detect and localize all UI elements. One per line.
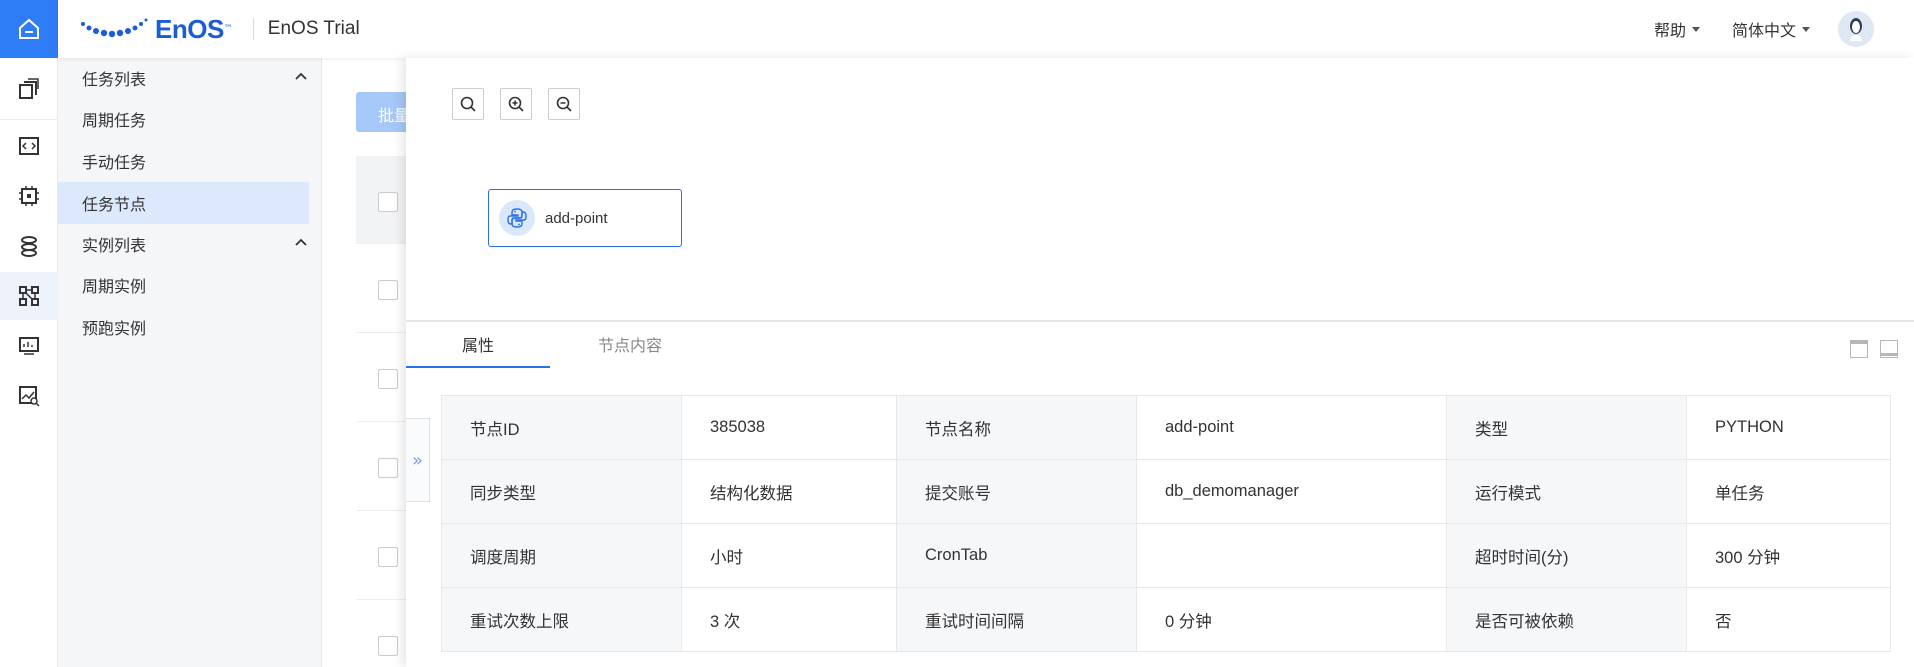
- collapse-handle[interactable]: »: [406, 418, 430, 502]
- property-label: 节点ID: [441, 395, 682, 460]
- property-label: 超时时间(分): [1446, 523, 1687, 588]
- properties-row: 重试次数上限 3 次 重试时间间隔 0 分钟 是否可被依赖 否: [441, 587, 1891, 652]
- help-label: 帮助: [1653, 21, 1686, 40]
- property-label: 运行模式: [1446, 459, 1687, 524]
- property-value: 3 次: [681, 587, 897, 652]
- zoom-out-button[interactable]: [548, 88, 580, 120]
- property-label: 调度周期: [441, 523, 682, 588]
- top-header: EnOS ™ EnOS Trial 帮助 简体中文: [58, 0, 1914, 58]
- double-chevron-right-icon: »: [411, 449, 423, 471]
- help-menu[interactable]: 帮助: [1654, 17, 1700, 41]
- property-value: db_demomanager: [1136, 459, 1447, 524]
- zoom-out-icon: [556, 96, 572, 112]
- user-avatar-icon: [1838, 11, 1874, 47]
- node-detail-drawer: add-point 属性 节点内容 » 节点ID 385038 节点名称 add…: [406, 58, 1914, 667]
- sidebar-item-task-nodes[interactable]: 任务节点: [58, 182, 309, 224]
- property-value: 小时: [681, 523, 897, 588]
- logo-trademark: ™: [223, 24, 233, 34]
- chevron-down-icon: [1691, 26, 1700, 32]
- chevron-up-icon: [295, 238, 307, 246]
- icon-rail: [0, 0, 58, 667]
- enos-logo[interactable]: EnOS ™: [79, 14, 233, 45]
- sidebar-group-task-list[interactable]: 任务列表: [58, 58, 321, 98]
- sidebar-group-label: 任务列表: [82, 70, 147, 89]
- property-value: add-point: [1136, 395, 1447, 460]
- dag-canvas[interactable]: add-point: [406, 58, 1914, 322]
- property-value: [1136, 523, 1447, 588]
- sidebar-group-instance-list[interactable]: 实例列表: [58, 224, 321, 264]
- property-value: 300 分钟: [1686, 523, 1891, 588]
- zoom-in-icon: [508, 96, 524, 112]
- properties-row: 同步类型 结构化数据 提交账号 db_demomanager 运行模式 单任务: [441, 459, 1891, 524]
- language-label: 简体中文: [1731, 21, 1796, 40]
- secondary-sidebar: 任务列表 周期任务 手动任务 任务节点 实例列表 周期实例 预跑实例: [58, 58, 322, 667]
- zoom-in-button[interactable]: [500, 88, 532, 120]
- row-checkbox[interactable]: [378, 636, 398, 656]
- tab-node-content[interactable]: 节点内容: [558, 324, 702, 368]
- property-label: 重试时间间隔: [896, 587, 1137, 652]
- chevron-down-icon: [1802, 26, 1810, 32]
- property-label: 是否可被依赖: [1446, 587, 1687, 652]
- property-label: 类型: [1446, 395, 1687, 460]
- property-value: 否: [1686, 587, 1891, 652]
- rail-divider: [0, 119, 58, 120]
- properties-row: 节点ID 385038 节点名称 add-point 类型 PYTHON: [441, 395, 1891, 460]
- tab-properties[interactable]: 属性: [406, 324, 550, 368]
- detail-tabs: 属性 节点内容: [406, 324, 1914, 368]
- row-checkbox[interactable]: [378, 280, 398, 300]
- dag-node-label: add-point: [545, 209, 608, 227]
- property-label: 节点名称: [896, 395, 1137, 460]
- chart-search-icon[interactable]: [0, 372, 58, 420]
- sidebar-item-prerun-instances[interactable]: 预跑实例: [58, 306, 321, 348]
- header-right: 帮助 简体中文: [1622, 11, 1914, 47]
- search-icon: [460, 96, 476, 112]
- property-value: 结构化数据: [681, 459, 897, 524]
- property-label: CronTab: [896, 523, 1137, 588]
- header-divider: [252, 18, 254, 40]
- property-label: 同步类型: [441, 459, 682, 524]
- chip-icon[interactable]: [0, 172, 58, 220]
- minimize-bar: [1881, 353, 1897, 356]
- property-value: 385038: [681, 395, 897, 460]
- row-checkbox[interactable]: [378, 369, 398, 389]
- python-icon: [499, 200, 535, 236]
- property-label: 重试次数上限: [441, 587, 682, 652]
- code-icon[interactable]: [0, 122, 58, 170]
- sidebar-group-label: 实例列表: [82, 236, 147, 255]
- flow-icon[interactable]: [0, 222, 58, 270]
- avatar[interactable]: [1838, 11, 1874, 47]
- logo-text: EnOS: [155, 13, 224, 44]
- chevron-up-icon: [295, 72, 307, 80]
- property-value: 单任务: [1686, 459, 1891, 524]
- workflow-icon[interactable]: [0, 272, 58, 320]
- minimize-icon[interactable]: [1880, 340, 1898, 358]
- property-value: PYTHON: [1686, 395, 1891, 460]
- properties-table: 节点ID 385038 节点名称 add-point 类型 PYTHON 同步类…: [441, 395, 1891, 652]
- sidebar-item-manual-tasks[interactable]: 手动任务: [58, 140, 321, 182]
- fit-view-button[interactable]: [452, 88, 484, 120]
- property-label: 提交账号: [896, 459, 1137, 524]
- monitor-icon[interactable]: [0, 322, 58, 370]
- language-menu[interactable]: 简体中文: [1732, 17, 1810, 41]
- app-name: EnOS Trial: [267, 18, 360, 39]
- select-all-checkbox[interactable]: [378, 192, 398, 212]
- home-icon[interactable]: [0, 0, 58, 58]
- properties-row: 调度周期 小时 CronTab 超时时间(分) 300 分钟: [441, 523, 1891, 588]
- background-task-list: 批量: [322, 58, 426, 667]
- row-checkbox[interactable]: [378, 458, 398, 478]
- sidebar-item-periodic-tasks[interactable]: 周期任务: [58, 98, 321, 140]
- maximize-icon[interactable]: [1850, 340, 1868, 358]
- maximize-bar: [1851, 341, 1867, 344]
- sidebar-item-periodic-instances[interactable]: 周期实例: [58, 264, 321, 306]
- dag-node[interactable]: add-point: [488, 189, 682, 247]
- row-checkbox[interactable]: [378, 547, 398, 567]
- copy-icon[interactable]: [0, 65, 58, 113]
- property-value: 0 分钟: [1136, 587, 1447, 652]
- logo-dots-icon: [81, 18, 148, 38]
